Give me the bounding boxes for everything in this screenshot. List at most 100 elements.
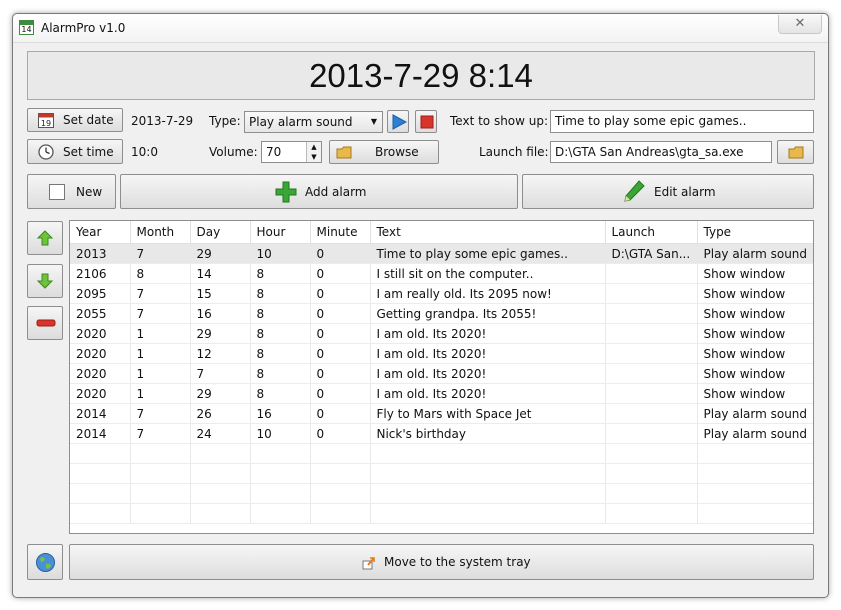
column-header-text[interactable]: Text [370,221,606,244]
table-cell-empty [370,463,606,484]
table-cell-minute: 0 [310,303,371,324]
table-cell-month: 7 [130,303,191,324]
table-cell-year: 2055 [70,303,131,324]
volume-label: Volume: [209,145,258,159]
tray-icon [362,557,375,570]
table-row[interactable]: 2020 1 29 8 0 I am old. Its 2020! Show window [70,323,813,344]
stop-button[interactable] [415,110,437,133]
set-date-button[interactable]: 19 Set date [27,108,123,132]
arrow-up-icon [37,230,53,246]
column-header-month[interactable]: Month [130,221,191,244]
table-cell-empty [250,443,311,464]
web-button[interactable] [27,544,63,580]
table-cell-empty [190,443,251,464]
type-label: Type: [209,114,241,128]
table-cell-empty [130,483,191,504]
table-cell-empty [605,483,698,504]
move-down-button[interactable] [27,264,63,298]
table-cell-empty [250,483,311,504]
calendar-icon: 19 [38,113,54,128]
table-cell-empty [697,443,813,464]
column-header-year[interactable]: Year [70,221,131,244]
table-cell-month: 8 [130,263,191,284]
text-label: Text to show up: [450,114,549,128]
add-alarm-button[interactable]: Add alarm [120,174,518,209]
table-row[interactable]: 2014 7 24 10 0 Nick's birthday Play alarm soun… [70,423,813,444]
launch-file-input[interactable]: D:\GTA San Andreas\gta_sa.exe [550,141,772,163]
text-input[interactable]: Time to play some epic games.. [550,110,814,133]
table-cell-month: 1 [130,363,191,384]
table-cell-year: 2020 [70,343,131,364]
table-cell-launch [605,283,698,304]
table-cell-text: I still sit on the computer.. [370,263,606,284]
table-cell-empty [310,503,371,524]
table-cell-type: Show window [697,283,813,304]
volume-stepper[interactable]: 70 ▲ ▼ [261,141,322,163]
table-cell-text: Time to play some epic games.. [370,243,606,264]
table-cell-empty [370,443,606,464]
table-row[interactable]: 2106 8 14 8 0 I still sit on the computer.. Sh… [70,263,813,284]
column-header-minute[interactable]: Minute [310,221,371,244]
close-button[interactable]: ✕ [778,15,822,34]
table-cell-text: Getting grandpa. Its 2055! [370,303,606,324]
table-cell-empty [370,483,606,504]
launch-browse-button[interactable] [777,140,814,164]
edit-alarm-label: Edit alarm [654,184,716,199]
type-select[interactable]: Play alarm sound ▼ [244,111,383,133]
table-cell-type: Play alarm sound [697,423,813,444]
table-cell-type: Show window [697,363,813,384]
alarm-table[interactable]: Year Month Day Hour Minute Text Launch Type 201… [69,220,814,534]
table-cell-minute: 0 [310,323,371,344]
table-row[interactable]: 2020 1 29 8 0 I am old. Its 2020! Show window [70,383,813,404]
type-selected: Play alarm sound [249,115,353,129]
window-title: AlarmPro v1.0 [41,21,126,35]
title-bar: 14 AlarmPro v1.0 ✕ [13,14,828,43]
browse-button[interactable]: Browse [329,140,439,164]
play-button[interactable] [387,110,409,133]
table-cell-text: I am old. Its 2020! [370,363,606,384]
table-cell-minute: 0 [310,423,371,444]
clock-icon [38,144,54,160]
table-cell-day: 29 [190,323,251,344]
add-alarm-label: Add alarm [305,184,367,199]
column-header-type[interactable]: Type [697,221,813,244]
table-cell-month: 1 [130,323,191,344]
table-cell-year: 2014 [70,403,131,424]
table-row[interactable]: 2020 1 7 8 0 I am old. Its 2020! Show window [70,363,813,384]
table-cell-empty [70,463,131,484]
column-header-day[interactable]: Day [190,221,251,244]
table-row[interactable]: 2020 1 12 8 0 I am old. Its 2020! Show window [70,343,813,364]
table-row[interactable]: 2014 7 26 16 0 Fly to Mars with Space Jet Play… [70,403,813,424]
table-row-empty [70,503,813,524]
table-cell-type: Show window [697,263,813,284]
table-cell-type: Show window [697,323,813,344]
table-cell-month: 7 [130,423,191,444]
table-cell-minute: 0 [310,403,371,424]
table-row[interactable]: 2013 7 29 10 0 Time to play some epic games..… [70,243,813,264]
arrow-down-icon [37,273,53,289]
new-button[interactable]: New [27,174,116,209]
table-cell-month: 1 [130,343,191,364]
table-row-empty [70,443,813,464]
table-cell-empty [70,443,131,464]
table-row[interactable]: 2055 7 16 8 0 Getting grandpa. Its 2055! Show … [70,303,813,324]
play-icon [392,114,407,130]
new-checkbox-icon [49,184,65,200]
table-cell-empty [130,503,191,524]
table-cell-launch [605,403,698,424]
stepper-down-icon[interactable]: ▼ [306,152,321,162]
delete-button[interactable] [27,306,63,340]
table-cell-text: I am really old. Its 2095 now! [370,283,606,304]
set-time-button[interactable]: Set time [27,139,123,164]
table-cell-empty [70,483,131,504]
column-header-launch[interactable]: Launch [605,221,698,244]
table-row[interactable]: 2095 7 15 8 0 I am really old. Its 2095 now! S… [70,283,813,304]
table-cell-text: I am old. Its 2020! [370,383,606,404]
move-up-button[interactable] [27,221,63,255]
globe-icon [36,553,55,572]
column-header-hour[interactable]: Hour [250,221,311,244]
table-cell-empty [310,463,371,484]
table-cell-day: 29 [190,243,251,264]
system-tray-button[interactable]: Move to the system tray [69,544,814,580]
edit-alarm-button[interactable]: Edit alarm [522,174,814,209]
